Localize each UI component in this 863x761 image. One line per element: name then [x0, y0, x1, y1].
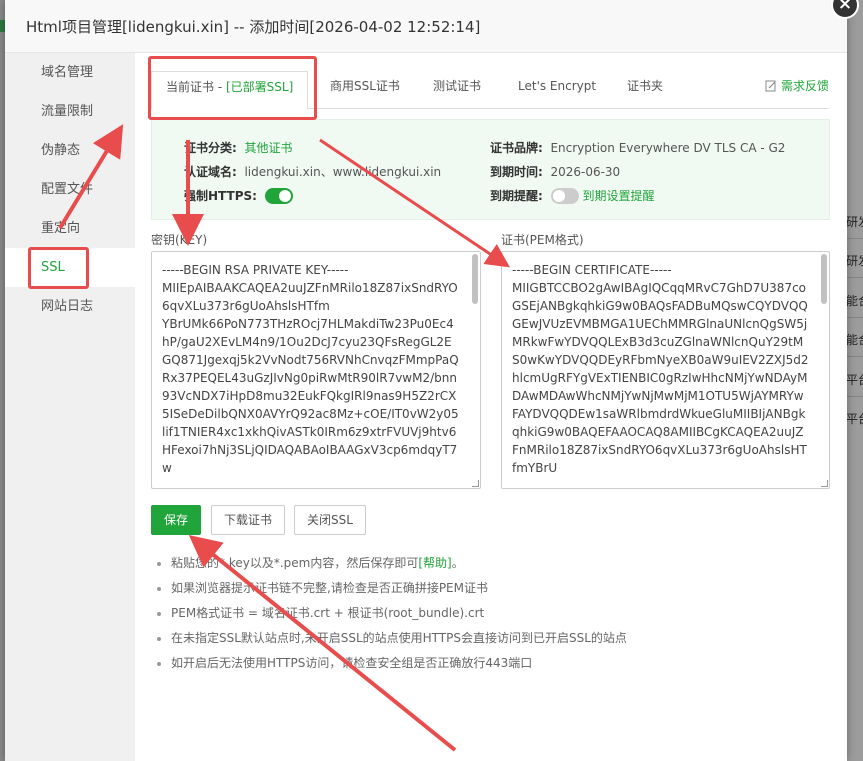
help-tips: 粘贴您的*.key以及*.pem内容，然后保存即可[帮助]。 如果浏览器提示证书…: [155, 551, 845, 676]
tip-text-end: 。: [451, 556, 464, 570]
tab-lets-encrypt[interactable]: Let's Encrypt: [518, 71, 596, 109]
tip-item: 如果浏览器提示证书链不完整,请检查是否正确拼接PEM证书: [155, 576, 845, 601]
help-link[interactable]: [帮助]: [418, 556, 451, 570]
toggle-knob: [278, 190, 291, 202]
cert-brand: 证书品牌: Encryption Everywhere DV TLS CA - …: [490, 139, 785, 156]
cert-expiry-value: 2026-06-30: [550, 165, 621, 179]
key-textarea[interactable]: -----BEGIN RSA PRIVATE KEY----- MIIEpAIB…: [151, 251, 481, 489]
cert-expiry: 到期时间: 2026-06-30: [490, 163, 620, 180]
ssl-panel: 当前证书 - [已部署SSL] 商用SSL证书 测试证书 Let's Encry…: [135, 53, 847, 761]
cert-brand-label: 证书品牌:: [490, 141, 543, 155]
save-button[interactable]: 保存: [151, 505, 202, 535]
background-edge-text: 平台: [846, 412, 863, 426]
tip-item: PEM格式证书 = 域名证书.crt + 根证书(root_bundle).cr…: [155, 601, 845, 626]
cert-domains-value: lidengkui.xin、www.lidengkui.xin: [244, 165, 442, 179]
expiry-reminder-link[interactable]: 到期设置提醒: [582, 189, 654, 203]
cert-domains-label: 认证域名:: [184, 165, 237, 179]
sidebar-item-domain[interactable]: 域名管理: [5, 53, 135, 92]
toggle-knob: [552, 190, 565, 202]
cert-brand-value: Encryption Everywhere DV TLS CA - G2: [550, 141, 786, 155]
sidebar-item-redirect[interactable]: 重定向: [5, 209, 135, 248]
background-edge-text: 研发: [846, 215, 863, 229]
download-cert-button[interactable]: 下载证书: [211, 505, 286, 535]
background-edge-text: 研发: [846, 254, 863, 268]
force-https: 强制HTTPS:: [184, 187, 293, 204]
sidebar-item-config-file[interactable]: 配置文件: [5, 170, 135, 209]
key-content: -----BEGIN RSA PRIVATE KEY----- MIIEpAIB…: [162, 263, 459, 475]
expiry-reminder-label: 到期提醒:: [490, 189, 543, 203]
background-divider: [846, 396, 863, 397]
tip-item: 如开启后无法使用HTTPS访问，请检查安全组是否正确放行443端口: [155, 651, 845, 676]
cert-expiry-label: 到期时间:: [490, 165, 543, 179]
force-https-label: 强制HTTPS:: [184, 189, 257, 203]
close-ssl-button[interactable]: 关闭SSL: [294, 505, 366, 535]
background-right-edge: 研发 研发 能合 能合 平台 平台: [846, 0, 863, 761]
expiry-reminder: 到期提醒: 到期设置提醒: [490, 187, 654, 204]
tab-test-cert[interactable]: 测试证书: [433, 71, 481, 109]
highlight-current-cert-tab: [148, 56, 317, 120]
tab-commercial-ssl[interactable]: 商用SSL证书: [330, 71, 400, 109]
cert-category-value: 其他证书: [244, 141, 293, 155]
background-divider: [846, 238, 863, 239]
sidebar: 域名管理 流量限制 伪静态 配置文件 重定向 SSL 网站日志: [5, 53, 135, 761]
force-https-toggle[interactable]: [264, 188, 293, 204]
background-edge-text: 能合: [846, 333, 863, 347]
edit-icon: [765, 80, 776, 92]
tip-text: 粘贴您的*.key以及*.pem内容，然后保存即可: [171, 556, 419, 570]
site-management-dialog: Html项目管理[lidengkui.xin] -- 添加时间[2026-04-…: [5, 0, 847, 761]
cert-content: -----BEGIN CERTIFICATE----- MIIGBTCCBO2g…: [512, 263, 809, 475]
background-divider: [846, 317, 863, 318]
cert-scrollbar[interactable]: [821, 254, 827, 304]
key-field-label: 密钥(KEY): [151, 233, 208, 247]
background-divider: [846, 356, 863, 357]
key-scrollbar[interactable]: [472, 254, 478, 304]
cert-domains: 认证域名: lidengkui.xin、www.lidengkui.xin: [184, 163, 441, 180]
sidebar-item-site-log[interactable]: 网站日志: [5, 287, 135, 326]
highlight-ssl-item: [28, 247, 89, 289]
resize-handle[interactable]: [472, 480, 479, 487]
dialog-header: Html项目管理[lidengkui.xin] -- 添加时间[2026-04-…: [5, 0, 847, 53]
cert-category-label: 证书分类:: [184, 141, 237, 155]
cert-textarea[interactable]: -----BEGIN CERTIFICATE----- MIIGBTCCBO2g…: [501, 251, 830, 489]
background-edge-text: 平台: [846, 373, 863, 387]
cert-field-label: 证书(PEM格式): [501, 233, 584, 247]
dialog-title: Html项目管理[lidengkui.xin] -- 添加时间[2026-04-…: [26, 17, 481, 36]
cert-info-box: 证书分类: 其他证书 证书品牌: Encryption Everywhere D…: [151, 119, 830, 220]
tip-item: 在未指定SSL默认站点时,未开启SSL的站点使用HTTPS会直接访问到已开启SS…: [155, 626, 845, 651]
sidebar-item-rewrite[interactable]: 伪静态: [5, 131, 135, 170]
tip-item: 粘贴您的*.key以及*.pem内容，然后保存即可[帮助]。: [155, 551, 845, 576]
expiry-reminder-toggle[interactable]: [550, 188, 579, 204]
cert-category: 证书分类: 其他证书: [184, 139, 292, 156]
feedback-link[interactable]: 需求反馈: [765, 71, 829, 101]
background-edge-text: 能合: [846, 294, 863, 308]
feedback-label: 需求反馈: [780, 79, 829, 93]
sidebar-item-traffic-limit[interactable]: 流量限制: [5, 92, 135, 131]
tab-cert-folder[interactable]: 证书夹: [627, 71, 663, 109]
background-divider: [846, 277, 863, 278]
resize-handle[interactable]: [821, 480, 828, 487]
